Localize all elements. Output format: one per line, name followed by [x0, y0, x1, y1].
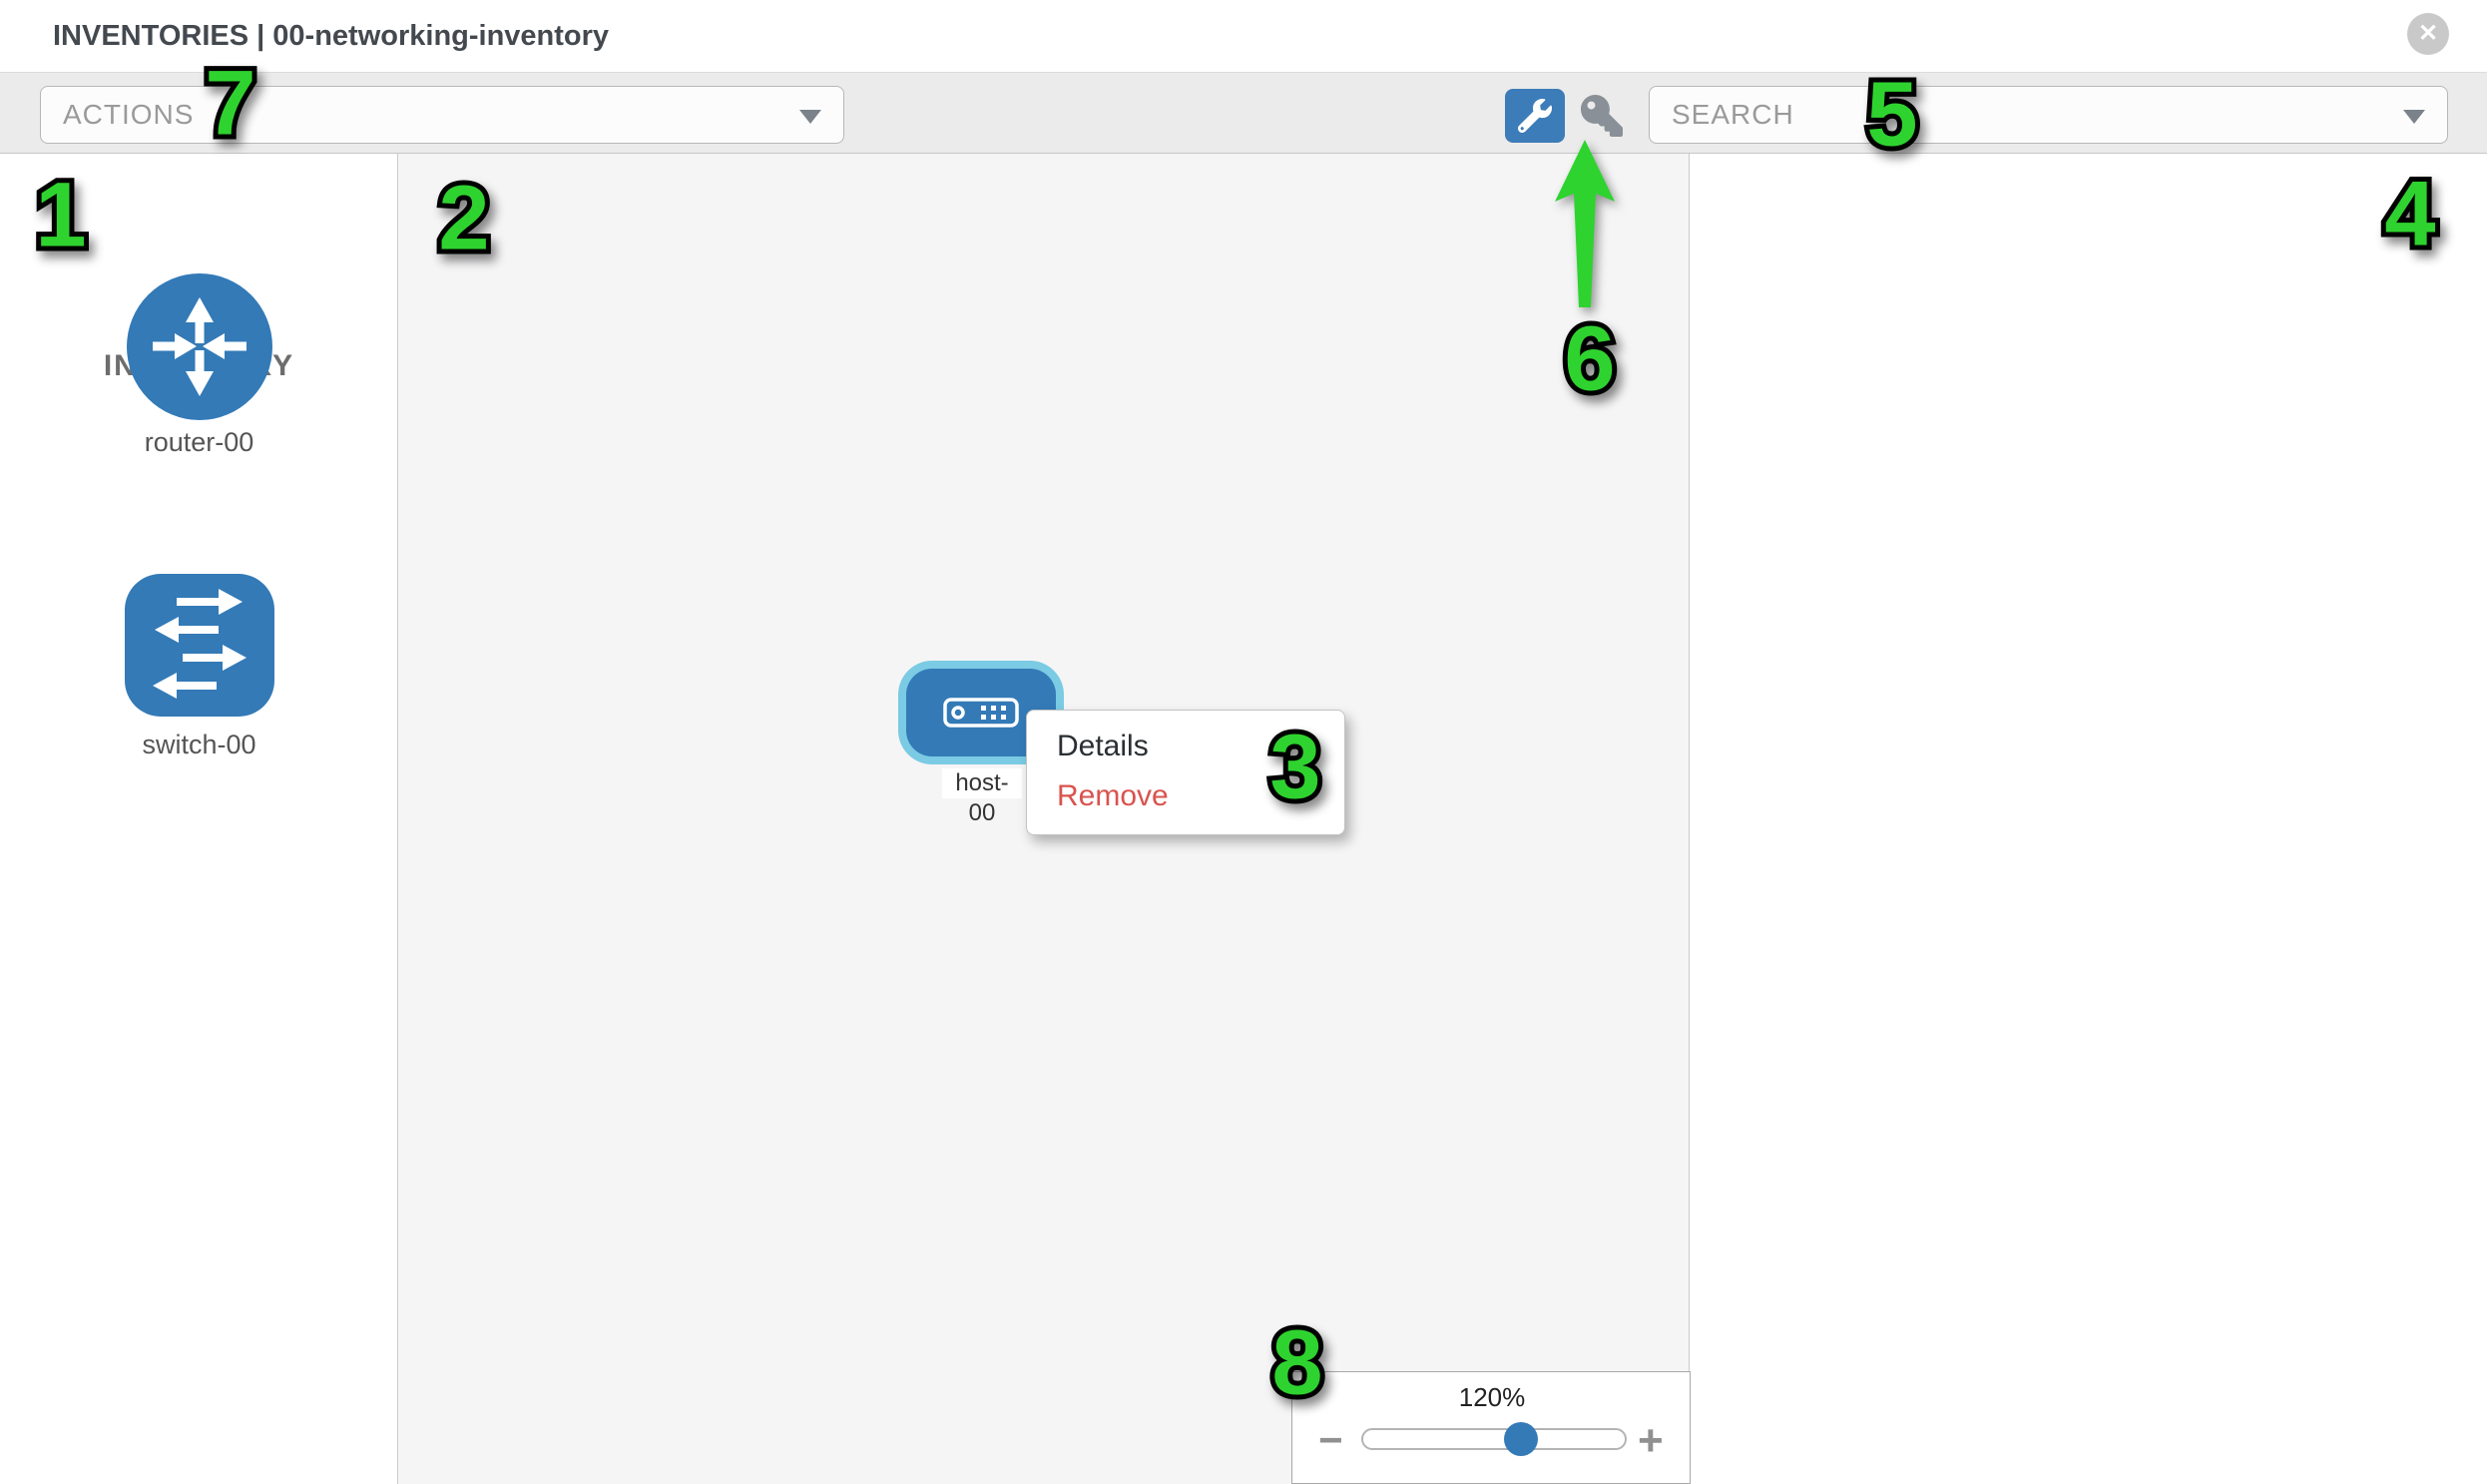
- toolbar: ACTIONS SEARCH: [0, 72, 2487, 154]
- zoom-slider-track[interactable]: [1361, 1428, 1627, 1450]
- sidebar-item-switch-label: switch-00: [0, 730, 398, 760]
- zoom-slider-handle[interactable]: [1504, 1422, 1538, 1456]
- context-menu-item-details[interactable]: Details: [1057, 723, 1149, 770]
- actions-dropdown[interactable]: ACTIONS: [40, 86, 844, 144]
- switch-icon: [125, 704, 274, 721]
- annotation-4: 4: [2384, 163, 2435, 267]
- network-topology-screen: INVENTORIES | 00-networking-inventory ✕ …: [0, 0, 2487, 1484]
- wrench-button[interactable]: [1505, 89, 1565, 143]
- zoom-out-button[interactable]: −: [1318, 1416, 1343, 1464]
- annotation-3: 3: [1269, 716, 1320, 820]
- search-dropdown[interactable]: SEARCH: [1649, 86, 2448, 144]
- sidebar-item-switch[interactable]: [125, 574, 274, 722]
- zoom-control: 120% − +: [1291, 1371, 1691, 1484]
- context-menu-item-remove[interactable]: Remove: [1057, 772, 1169, 820]
- chevron-down-icon: [799, 110, 821, 124]
- details-panel: DETAILS *HOST NAME? DESCRIPTION VARIABLE…: [1691, 154, 2487, 1484]
- page-title: INVENTORIES | 00-networking-inventory: [53, 0, 609, 72]
- annotation-8: 8: [1271, 1311, 1322, 1416]
- chevron-down-icon: [2403, 110, 2425, 124]
- header: INVENTORIES | 00-networking-inventory ✕: [0, 0, 2487, 72]
- actions-dropdown-label: ACTIONS: [63, 87, 194, 143]
- green-up-arrow-icon: [1553, 138, 1617, 314]
- host-node-label: host-00: [942, 768, 1022, 798]
- annotation-1: 1: [35, 164, 86, 268]
- zoom-in-button[interactable]: +: [1638, 1416, 1664, 1466]
- annotation-6: 6: [1564, 307, 1615, 412]
- sidebar-item-router[interactable]: [127, 273, 272, 425]
- annotation-2: 2: [438, 167, 489, 271]
- search-dropdown-label: SEARCH: [1672, 87, 1794, 143]
- sidebar-item-router-label: router-00: [0, 427, 398, 458]
- annotation-7: 7: [205, 52, 255, 157]
- annotation-5: 5: [1866, 63, 1917, 168]
- key-button[interactable]: [1581, 95, 1627, 137]
- zoom-level: 120%: [1292, 1382, 1692, 1413]
- router-icon: [127, 407, 272, 424]
- close-icon[interactable]: ✕: [2407, 13, 2449, 55]
